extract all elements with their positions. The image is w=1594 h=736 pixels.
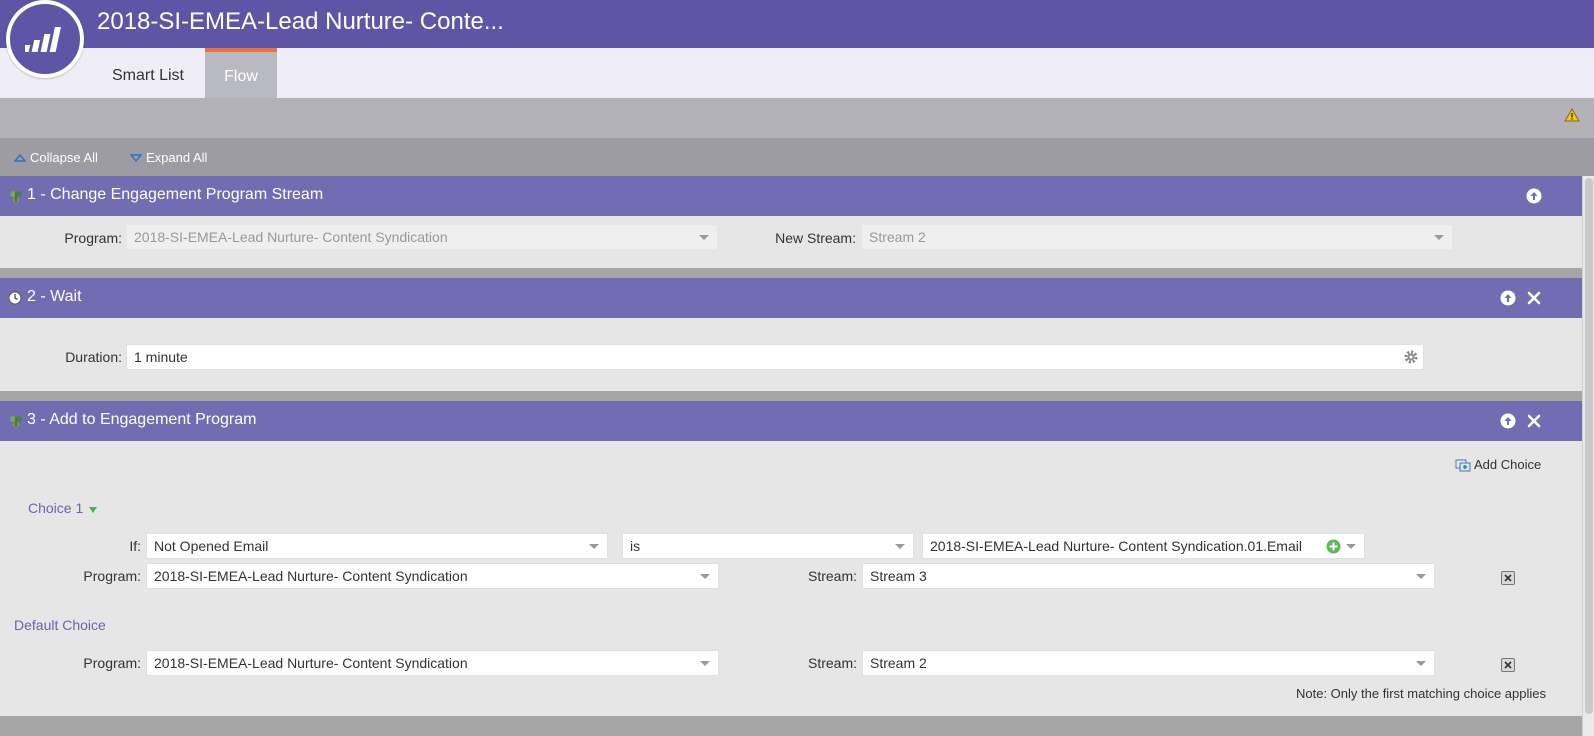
chevron-down-icon xyxy=(700,661,710,666)
default-stream-select[interactable]: Stream 2 xyxy=(862,650,1435,676)
step-1-title: 1 - Change Engagement Program Stream xyxy=(27,186,324,203)
step-3-header[interactable]: 3 - Add to Engagement Program xyxy=(0,401,1582,441)
tab-bar: Smart List Flow xyxy=(0,48,1594,98)
choice-1-program-label: Program: xyxy=(83,568,141,584)
if-label: If: xyxy=(129,538,141,554)
email-value: 2018-SI-EMEA-Lead Nurture- Content Syndi… xyxy=(930,538,1302,554)
app-header: 2018-SI-EMEA-Lead Nurture- Conte... xyxy=(0,0,1594,48)
default-program-label: Program: xyxy=(83,655,141,671)
step-2-header[interactable]: 2 - Wait xyxy=(0,278,1582,318)
choice-1-label: Choice 1 xyxy=(28,500,84,516)
program-title: 2018-SI-EMEA-Lead Nurture- Conte... xyxy=(97,8,504,35)
collapse-all-label: Collapse All xyxy=(30,150,98,165)
chevron-down-icon xyxy=(589,544,599,549)
if-condition-select[interactable]: Not Opened Email xyxy=(146,533,608,559)
gear-icon[interactable] xyxy=(1403,349,1419,368)
tab-smart-list[interactable]: Smart List xyxy=(96,48,200,98)
warning-icon[interactable] xyxy=(1564,108,1580,125)
chevron-down-icon xyxy=(1346,544,1356,549)
choice-1-stream-label: Stream: xyxy=(807,568,857,584)
program-label: Program: xyxy=(64,230,122,246)
chevron-down-icon xyxy=(1416,661,1426,666)
add-icon[interactable] xyxy=(1326,539,1341,557)
scrollbar-thumb[interactable] xyxy=(1585,178,1593,714)
tab-flow[interactable]: Flow xyxy=(205,48,277,98)
if-condition-value: Not Opened Email xyxy=(154,538,269,554)
remove-default-choice-icon[interactable] xyxy=(1501,658,1515,672)
choice-note: Note: Only the first matching choice app… xyxy=(1295,686,1546,701)
chevron-down-icon xyxy=(1416,574,1426,579)
duration-value: 1 minute xyxy=(134,349,188,365)
expand-arrow-icon xyxy=(130,153,142,162)
program-select[interactable]: 2018-SI-EMEA-Lead Nurture- Content Syndi… xyxy=(126,224,718,250)
expand-all-button[interactable]: Expand All xyxy=(130,150,207,165)
email-select[interactable]: 2018-SI-EMEA-Lead Nurture- Content Syndi… xyxy=(922,533,1365,559)
engagement-program-icon xyxy=(8,414,24,435)
default-stream-value: Stream 2 xyxy=(870,655,927,671)
notification-bar xyxy=(0,98,1594,138)
duration-input[interactable]: 1 minute xyxy=(126,344,1424,370)
add-choice-button[interactable]: Add Choice xyxy=(1455,457,1541,472)
step-3-title: 3 - Add to Engagement Program xyxy=(27,411,257,428)
new-stream-select[interactable]: Stream 2 xyxy=(861,224,1453,250)
move-up-icon[interactable] xyxy=(1499,289,1517,307)
choice-1-stream-select[interactable]: Stream 3 xyxy=(862,563,1435,589)
flow-toolbar: Collapse All Expand All xyxy=(0,138,1594,176)
expand-all-label: Expand All xyxy=(146,150,208,165)
chevron-down-icon xyxy=(700,574,710,579)
close-icon[interactable] xyxy=(1525,412,1543,430)
chevron-down-icon xyxy=(895,544,905,549)
vertical-scrollbar[interactable] xyxy=(1582,176,1594,736)
program-value: 2018-SI-EMEA-Lead Nurture- Content Syndi… xyxy=(134,229,448,245)
default-program-value: 2018-SI-EMEA-Lead Nurture- Content Syndi… xyxy=(154,655,468,671)
remove-choice-icon[interactable] xyxy=(1501,571,1515,585)
clock-icon xyxy=(8,291,22,310)
default-stream-label: Stream: xyxy=(807,655,857,671)
choice-1-toggle[interactable]: Choice 1 xyxy=(28,500,98,516)
operator-value: is xyxy=(630,538,641,554)
new-stream-value: Stream 2 xyxy=(869,229,926,245)
choice-1-program-select[interactable]: 2018-SI-EMEA-Lead Nurture- Content Syndi… xyxy=(146,563,719,589)
duration-label: Duration: xyxy=(65,349,122,365)
close-icon[interactable] xyxy=(1525,289,1543,307)
move-up-icon[interactable] xyxy=(1525,187,1543,205)
step-divider xyxy=(0,391,1582,401)
default-choice-label: Default Choice xyxy=(14,617,106,633)
add-choice-icon xyxy=(1455,459,1471,471)
default-program-select[interactable]: 2018-SI-EMEA-Lead Nurture- Content Syndi… xyxy=(146,650,719,676)
choice-1-stream-value: Stream 3 xyxy=(870,568,927,584)
marketo-logo-icon[interactable] xyxy=(6,0,84,78)
new-stream-label: New Stream: xyxy=(775,230,856,246)
collapse-all-button[interactable]: Collapse All xyxy=(14,150,98,165)
step-divider xyxy=(0,716,1582,736)
step-divider xyxy=(0,268,1582,278)
move-up-icon[interactable] xyxy=(1499,412,1517,430)
chevron-down-icon xyxy=(89,507,98,513)
collapse-arrow-icon xyxy=(14,153,26,162)
step-1-header[interactable]: 1 - Change Engagement Program Stream xyxy=(0,176,1582,216)
step-2-title: 2 - Wait xyxy=(27,288,82,305)
add-choice-label: Add Choice xyxy=(1474,457,1542,472)
chevron-down-icon xyxy=(699,235,709,240)
chevron-down-icon xyxy=(1434,235,1444,240)
choice-1-program-value: 2018-SI-EMEA-Lead Nurture- Content Syndi… xyxy=(154,568,468,584)
operator-select[interactable]: is xyxy=(622,533,914,559)
engagement-program-icon xyxy=(8,189,24,210)
